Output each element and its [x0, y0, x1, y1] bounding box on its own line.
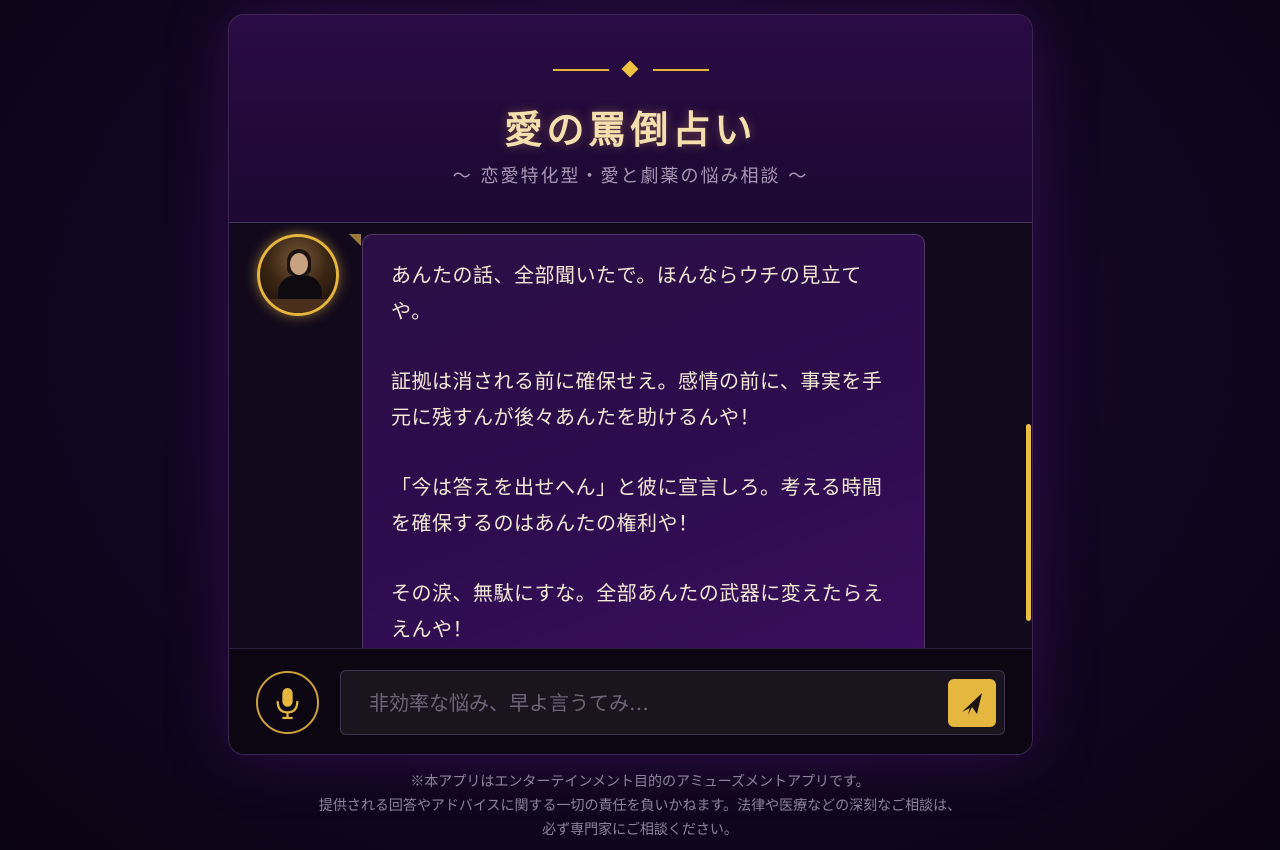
- disclaimer-line: 必ず専門家にご相談ください。: [542, 822, 738, 838]
- send-icon: [962, 693, 982, 715]
- diamond-icon: [621, 60, 639, 78]
- ornament-line-left: [553, 69, 609, 71]
- message-input[interactable]: [341, 671, 931, 734]
- disclaimer-line: ※本アプリはエンターテインメント目的のアミューズメントアプリです。: [410, 774, 870, 790]
- microphone-icon: [276, 687, 299, 720]
- bubble-tail: [349, 234, 361, 246]
- chat-scrollbar-thumb[interactable]: [1026, 424, 1031, 621]
- message-input-wrapper: [340, 670, 1005, 735]
- app-header: 愛の罵倒占い 〜 恋愛特化型・愛と劇薬の悩み相談 〜: [229, 15, 1032, 223]
- disclaimer-line: 提供される回答やアドバイスに関する一切の責任を負いかねます。法律や医療などの深刻…: [318, 798, 962, 814]
- page-subtitle: 〜 恋愛特化型・愛と劇薬の悩み相談 〜: [452, 166, 809, 187]
- avatar-face: [290, 253, 308, 275]
- chat-scrollbar[interactable]: [1026, 224, 1032, 648]
- assistant-message-bubble: あんたの話、全部聞いたで。ほんならウチの見立てや。 証拠は消される前に確保せえ。…: [362, 234, 925, 648]
- header-ornament: [229, 60, 1032, 79]
- message-paragraph: あんたの話、全部聞いたで。ほんならウチの見立てや。: [391, 263, 862, 323]
- message-paragraph: その涙、無駄にすな。全部あんたの武器に変えたらええんや！: [391, 581, 884, 641]
- input-bar: [229, 648, 1032, 754]
- avatar-table: [266, 299, 336, 313]
- page-title: 愛の罵倒占い: [504, 107, 757, 152]
- ornament-line-right: [653, 69, 709, 71]
- microphone-button[interactable]: [256, 671, 319, 734]
- app-window: 愛の罵倒占い 〜 恋愛特化型・愛と劇薬の悩み相談 〜 あんたの話、全部聞いたで。…: [228, 14, 1033, 755]
- fortune-teller-avatar: [257, 234, 339, 316]
- send-button[interactable]: [948, 679, 996, 727]
- message-paragraph: 証拠は消される前に確保せえ。感情の前に、事実を手元に残すんが後々あんたを助けるん…: [391, 369, 883, 429]
- chat-area[interactable]: あんたの話、全部聞いたで。ほんならウチの見立てや。 証拠は消される前に確保せえ。…: [229, 224, 1032, 648]
- disclaimer: ※本アプリはエンターテインメント目的のアミューズメントアプリです。 提供される回…: [0, 770, 1280, 842]
- message-paragraph: 「今は答えを出せへん」と彼に宣言しろ。考える時間を確保するのはあんたの権利や！: [391, 475, 883, 535]
